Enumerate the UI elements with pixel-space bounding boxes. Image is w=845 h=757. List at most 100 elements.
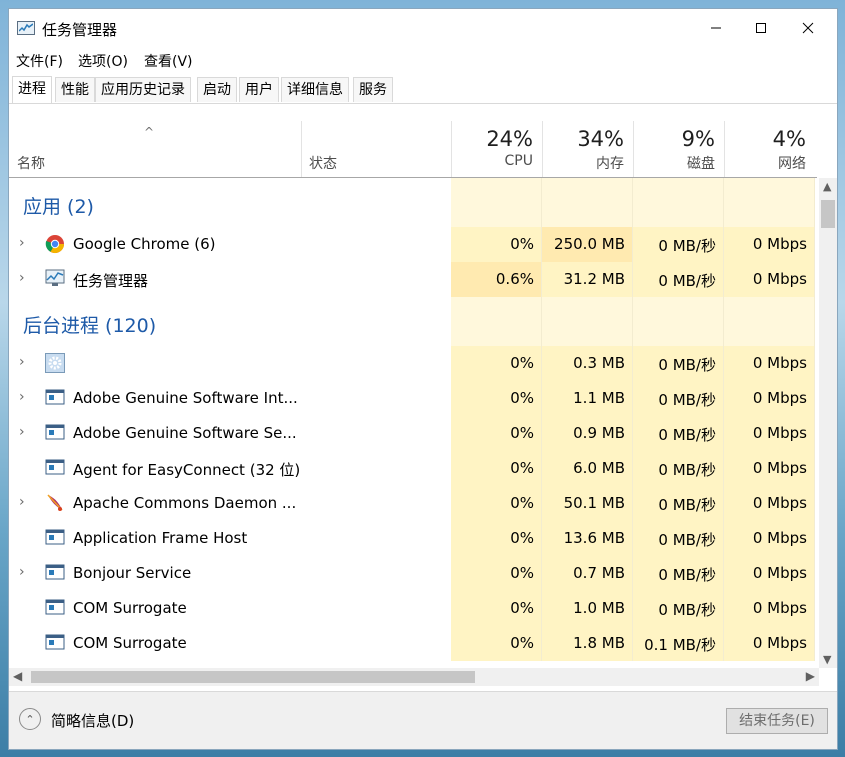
process-row[interactable]: › Apache Commons Daemon ... 0% 50.1 MB 0 MB/… — [9, 486, 817, 521]
chevron-right-icon[interactable]: › — [19, 270, 25, 286]
process-name: Adobe Genuine Software Se... — [73, 424, 297, 442]
process-name: COM Surrogate — [73, 634, 187, 652]
disk-cell: 0 MB/秒 — [633, 451, 724, 486]
chevron-right-icon[interactable]: › — [19, 389, 25, 405]
tab-startup[interactable]: 启动 — [197, 77, 237, 102]
network-label: 网络 — [778, 156, 806, 172]
process-list: 应用 (2) › Google Chrome (6) 0% 250.0 MB 0 MB/秒… — [9, 178, 817, 668]
scroll-up-icon[interactable]: ▲ — [823, 180, 831, 193]
process-row[interactable]: COM Surrogate 0% 1.0 MB 0 MB/秒 0 Mbps — [9, 591, 817, 626]
network-total: 4% — [772, 127, 806, 151]
process-name: 任务管理器 — [73, 272, 149, 290]
network-cell: 0 Mbps — [724, 227, 815, 262]
process-row[interactable]: Application Frame Host 0% 13.6 MB 0 MB/秒 0 M… — [9, 521, 817, 556]
cpu-cell: 0% — [451, 227, 542, 262]
chevron-right-icon[interactable]: › — [19, 354, 25, 370]
column-header: ^ 名称 状态 24% CPU 34% 内存 9% 磁盘 4% 网络 — [9, 121, 817, 178]
column-cpu[interactable]: 24% CPU — [451, 121, 541, 177]
memory-cell: 0.7 MB — [542, 556, 633, 591]
vertical-scroll-thumb[interactable] — [821, 200, 835, 228]
memory-cell-value: 31.2 MB — [563, 270, 625, 288]
fewer-details-link[interactable]: 简略信息(D) — [51, 710, 134, 731]
tab-services[interactable]: 服务 — [353, 77, 393, 102]
group-memory-cell — [542, 297, 633, 346]
task-manager-icon — [17, 21, 35, 35]
tab-app-history[interactable]: 应用历史记录 — [95, 77, 191, 102]
chevron-right-icon[interactable]: › — [19, 424, 25, 440]
chevron-up-icon[interactable]: ⌃ — [19, 708, 41, 730]
process-row[interactable]: › Adobe Genuine Software Int... 0% 1.1 MB 0 … — [9, 381, 817, 416]
title-bar[interactable]: 任务管理器 — [9, 9, 837, 47]
horizontal-scrollbar[interactable]: ◀ ▶ — [9, 668, 819, 686]
process-row[interactable]: Agent for EasyConnect (32 位) 0% 6.0 MB 0 MB… — [9, 451, 817, 486]
horizontal-scroll-thumb[interactable] — [31, 671, 475, 683]
column-network[interactable]: 4% 网络 — [724, 121, 814, 177]
memory-cell: 1.0 MB — [542, 591, 633, 626]
menu-file[interactable]: 文件(F) — [16, 51, 63, 71]
network-cell-value: 0 Mbps — [752, 564, 807, 582]
network-cell: 0 Mbps — [724, 416, 815, 451]
memory-total: 34% — [577, 127, 624, 151]
column-divider[interactable] — [301, 121, 302, 177]
sort-arrow-icon: ^ — [144, 125, 155, 139]
tab-processes[interactable]: 进程 — [12, 76, 52, 103]
service-app-icon — [45, 423, 65, 443]
column-memory[interactable]: 34% 内存 — [542, 121, 632, 177]
memory-cell-value: 0.3 MB — [573, 354, 625, 372]
tab-users[interactable]: 用户 — [239, 77, 279, 102]
network-cell: 0 Mbps — [724, 521, 815, 556]
process-row[interactable]: › Adobe Genuine Software Se... 0% 0.9 MB 0 M… — [9, 416, 817, 451]
end-task-button[interactable]: 结束任务(E) — [726, 708, 828, 734]
process-row[interactable]: › 0% 0.3 MB 0 MB/秒 0 Mbps — [9, 346, 817, 381]
menu-view[interactable]: 查看(V) — [144, 51, 193, 71]
disk-cell-value: 0 MB/秒 — [658, 601, 716, 619]
group-header[interactable]: 后台进程 (120) — [9, 297, 817, 346]
network-cell: 0 Mbps — [724, 381, 815, 416]
column-name[interactable]: 名称 — [17, 153, 45, 173]
cpu-cell-value: 0% — [510, 235, 534, 253]
disk-cell-value: 0.1 MB/秒 — [644, 636, 716, 654]
maximize-button[interactable] — [738, 9, 784, 47]
group-network-cell — [724, 178, 815, 227]
disk-cell-value: 0 MB/秒 — [658, 426, 716, 444]
cpu-cell: 0% — [451, 381, 542, 416]
group-cpu-cell — [451, 178, 542, 227]
memory-cell-value: 0.7 MB — [573, 564, 625, 582]
vertical-scrollbar[interactable]: ▲ ▼ — [819, 178, 837, 668]
column-disk[interactable]: 9% 磁盘 — [633, 121, 723, 177]
disk-total: 9% — [681, 127, 715, 151]
group-title: 后台进程 (120) — [23, 315, 157, 337]
group-disk-cell — [633, 178, 724, 227]
footer-bar: ⌃ 简略信息(D) 结束任务(E) — [9, 691, 837, 749]
group-header[interactable]: 应用 (2) — [9, 178, 817, 227]
process-row[interactable]: › 任务管理器 0.6% 31.2 MB 0 MB/秒 0 Mbps — [9, 262, 817, 297]
tab-details[interactable]: 详细信息 — [281, 77, 349, 102]
disk-cell: 0 MB/秒 — [633, 346, 724, 381]
chevron-right-icon[interactable]: › — [19, 564, 25, 580]
cpu-total: 24% — [486, 127, 533, 151]
chevron-right-icon[interactable]: › — [19, 494, 25, 510]
cpu-cell: 0% — [451, 486, 542, 521]
disk-cell: 0 MB/秒 — [633, 416, 724, 451]
process-row[interactable]: COM Surrogate 0% 1.8 MB 0.1 MB/秒 0 Mbps — [9, 626, 817, 661]
memory-label: 内存 — [596, 156, 624, 172]
column-status[interactable]: 状态 — [309, 153, 337, 173]
chevron-right-icon[interactable]: › — [19, 235, 25, 251]
memory-cell: 250.0 MB — [542, 227, 633, 262]
tab-performance[interactable]: 性能 — [55, 77, 95, 102]
process-name: Bonjour Service — [73, 564, 192, 582]
scroll-down-icon[interactable]: ▼ — [823, 653, 831, 666]
scroll-left-icon[interactable]: ◀ — [13, 669, 22, 683]
memory-cell: 31.2 MB — [542, 262, 633, 297]
network-cell: 0 Mbps — [724, 626, 815, 661]
process-name: COM Surrogate — [73, 599, 187, 617]
menu-options[interactable]: 选项(O) — [78, 51, 128, 71]
cpu-cell-value: 0% — [510, 459, 534, 477]
disk-cell-value: 0 MB/秒 — [658, 496, 716, 514]
close-button[interactable] — [785, 9, 831, 47]
process-row[interactable]: › Google Chrome (6) 0% 250.0 MB 0 MB/秒 0 Mbps — [9, 227, 817, 262]
minimize-button[interactable] — [693, 9, 739, 47]
disk-cell-value: 0 MB/秒 — [658, 531, 716, 549]
scroll-right-icon[interactable]: ▶ — [806, 669, 815, 683]
process-row[interactable]: › Bonjour Service 0% 0.7 MB 0 MB/秒 0 Mbps — [9, 556, 817, 591]
